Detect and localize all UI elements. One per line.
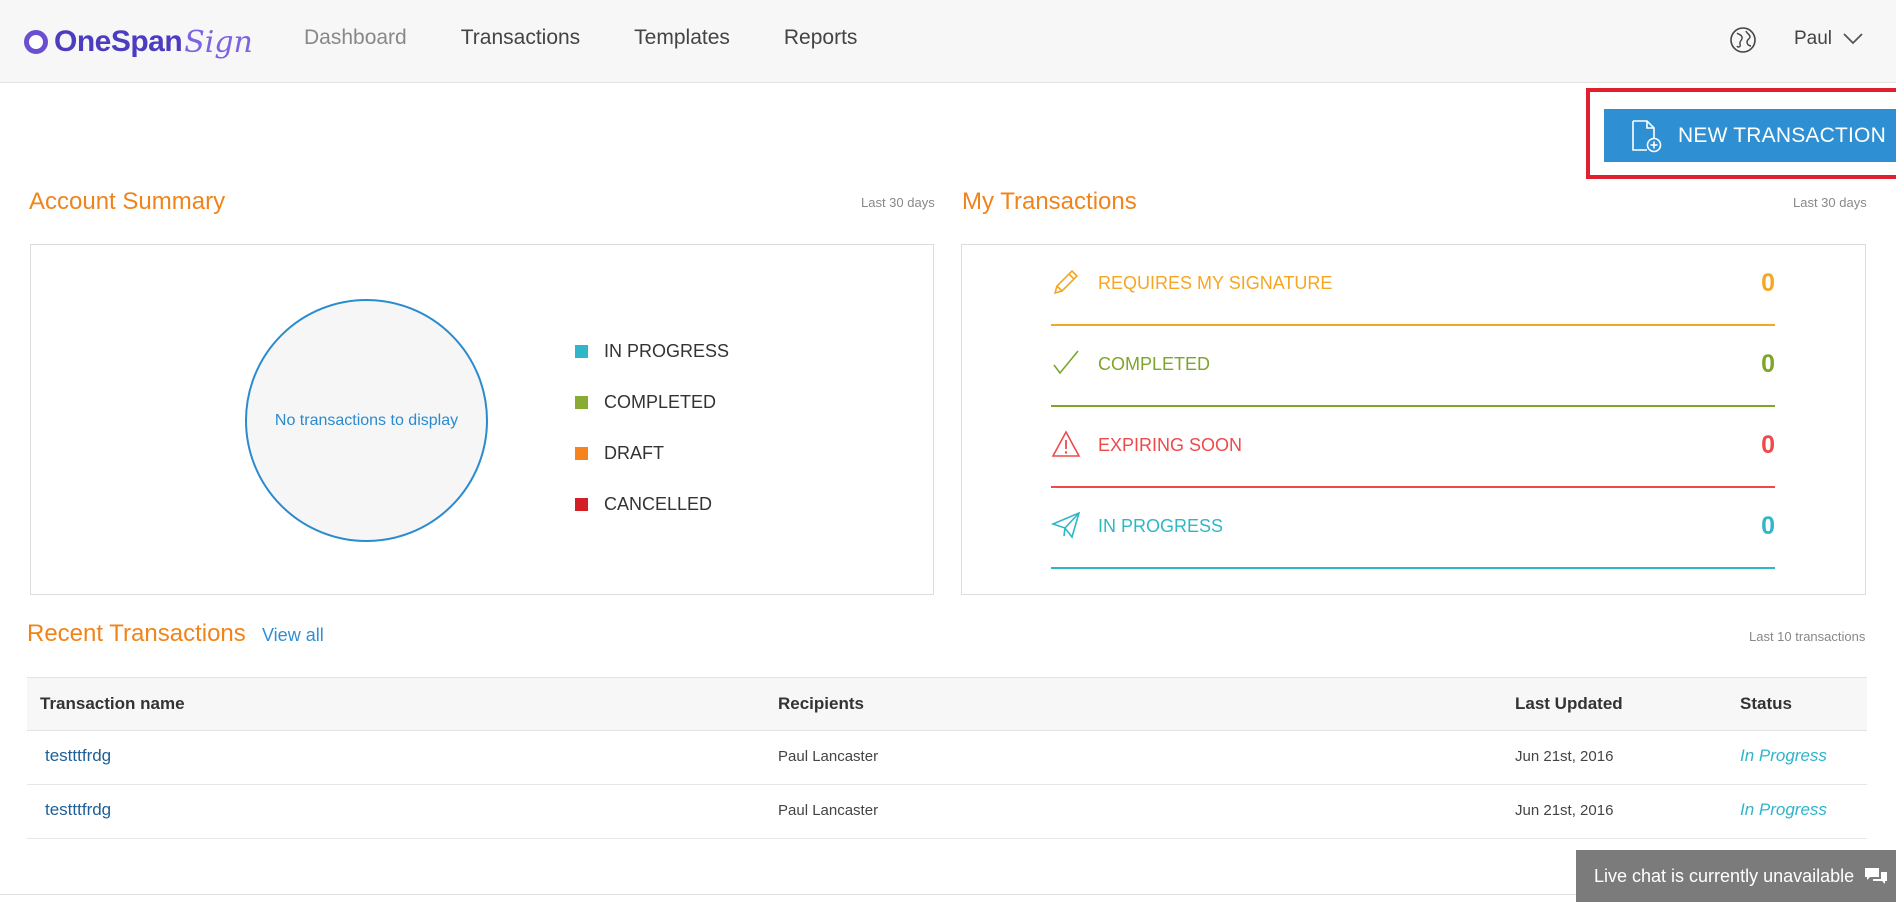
top-navigation-bar: OneSpan Sign Dashboard Transactions Temp… [0, 0, 1896, 83]
table-row[interactable]: testttfrdg Paul Lancaster Jun 21st, 2016… [27, 731, 1867, 785]
new-transaction-button[interactable]: NEW TRANSACTION [1604, 109, 1896, 162]
transaction-last-updated: Jun 21st, 2016 [1515, 748, 1614, 765]
legend-label-in-progress: IN PROGRESS [604, 341, 730, 361]
requires-signature-count: 0 [1761, 269, 1775, 297]
nav-transactions[interactable]: Transactions [461, 26, 580, 50]
checkmark-icon [1053, 350, 1079, 375]
new-transaction-label: NEW TRANSACTION [1678, 123, 1886, 147]
column-header-recipients[interactable]: Recipients [778, 694, 864, 714]
my-transactions-period: Last 30 days [1793, 195, 1867, 210]
my-transactions-row-requires-signature[interactable]: REQUIRES MY SIGNATURE 0 [1051, 245, 1775, 326]
legend-item-completed: COMPLETED [575, 377, 729, 428]
document-add-icon [1632, 119, 1662, 152]
live-chat-widget[interactable]: Live chat is currently unavailable [1576, 850, 1896, 902]
transaction-name-link[interactable]: testttfrdg [45, 800, 111, 820]
transaction-recipients: Paul Lancaster [778, 802, 879, 819]
legend-swatch-cancelled [575, 498, 588, 511]
completed-count: 0 [1761, 350, 1775, 378]
recent-transactions-title: Recent Transactions [27, 620, 246, 647]
expiring-soon-count: 0 [1761, 431, 1775, 459]
recent-transactions-table-header: Transaction name Recipients Last Updated… [27, 677, 1867, 731]
legend-item-cancelled: CANCELLED [575, 479, 729, 530]
nav-reports[interactable]: Reports [784, 26, 858, 50]
account-summary-legend: IN PROGRESS COMPLETED DRAFT CANCELLED [575, 326, 729, 530]
view-all-link[interactable]: View all [262, 625, 324, 646]
logo-ring-icon [24, 30, 48, 54]
in-progress-count: 0 [1761, 512, 1775, 540]
my-transactions-title: My Transactions [962, 188, 1137, 215]
logo-brand-primary: OneSpan [54, 25, 183, 58]
transaction-status: In Progress [1740, 746, 1827, 765]
logo-brand-secondary: Sign [184, 24, 253, 60]
my-transactions-row-expiring-soon[interactable]: EXPIRING SOON 0 [1051, 407, 1775, 488]
warning-icon [1051, 430, 1081, 457]
my-transactions-row-in-progress[interactable]: IN PROGRESS 0 [1051, 488, 1775, 569]
legend-item-in-progress: IN PROGRESS [575, 326, 729, 377]
in-progress-underline [1051, 567, 1775, 569]
legend-swatch-completed [575, 396, 588, 409]
user-menu-name[interactable]: Paul [1794, 28, 1832, 50]
account-summary-title: Account Summary [29, 188, 226, 215]
legend-label-cancelled: CANCELLED [604, 494, 713, 514]
account-summary-period: Last 30 days [861, 195, 935, 210]
my-transactions-row-completed[interactable]: COMPLETED 0 [1051, 326, 1775, 407]
expiring-soon-label: EXPIRING SOON [1098, 435, 1243, 455]
globe-icon[interactable] [1729, 26, 1757, 54]
chat-bubbles-icon [1865, 868, 1888, 884]
transaction-status: In Progress [1740, 800, 1827, 819]
column-header-transaction-name[interactable]: Transaction name [40, 694, 185, 714]
paper-plane-icon [1051, 511, 1081, 539]
legend-label-completed: COMPLETED [604, 392, 717, 412]
in-progress-label: IN PROGRESS [1098, 516, 1224, 536]
main-nav: Dashboard Transactions Templates Reports [304, 26, 911, 50]
recent-transactions-note: Last 10 transactions [1749, 629, 1866, 644]
nav-templates[interactable]: Templates [634, 26, 730, 50]
onespan-sign-logo[interactable]: OneSpan Sign [24, 24, 253, 60]
transaction-last-updated: Jun 21st, 2016 [1515, 802, 1614, 819]
chevron-down-icon[interactable] [1842, 32, 1864, 46]
nav-dashboard[interactable]: Dashboard [304, 26, 407, 50]
transaction-recipients: Paul Lancaster [778, 748, 879, 765]
table-row[interactable]: testttfrdg Paul Lancaster Jun 21st, 2016… [27, 785, 1867, 839]
live-chat-label: Live chat is currently unavailable [1594, 865, 1855, 886]
legend-label-draft: DRAFT [604, 443, 664, 463]
transaction-name-link[interactable]: testttfrdg [45, 746, 111, 766]
donut-empty-text: No transactions to display [274, 411, 459, 429]
column-header-status[interactable]: Status [1740, 694, 1792, 714]
account-summary-donut-chart: No transactions to display [245, 299, 488, 542]
column-header-last-updated[interactable]: Last Updated [1515, 694, 1623, 714]
pencil-icon [1053, 269, 1079, 295]
requires-signature-label: REQUIRES MY SIGNATURE [1098, 273, 1333, 293]
completed-label: COMPLETED [1098, 354, 1211, 374]
legend-swatch-draft [575, 447, 588, 460]
legend-swatch-in-progress [575, 345, 588, 358]
legend-item-draft: DRAFT [575, 428, 729, 479]
